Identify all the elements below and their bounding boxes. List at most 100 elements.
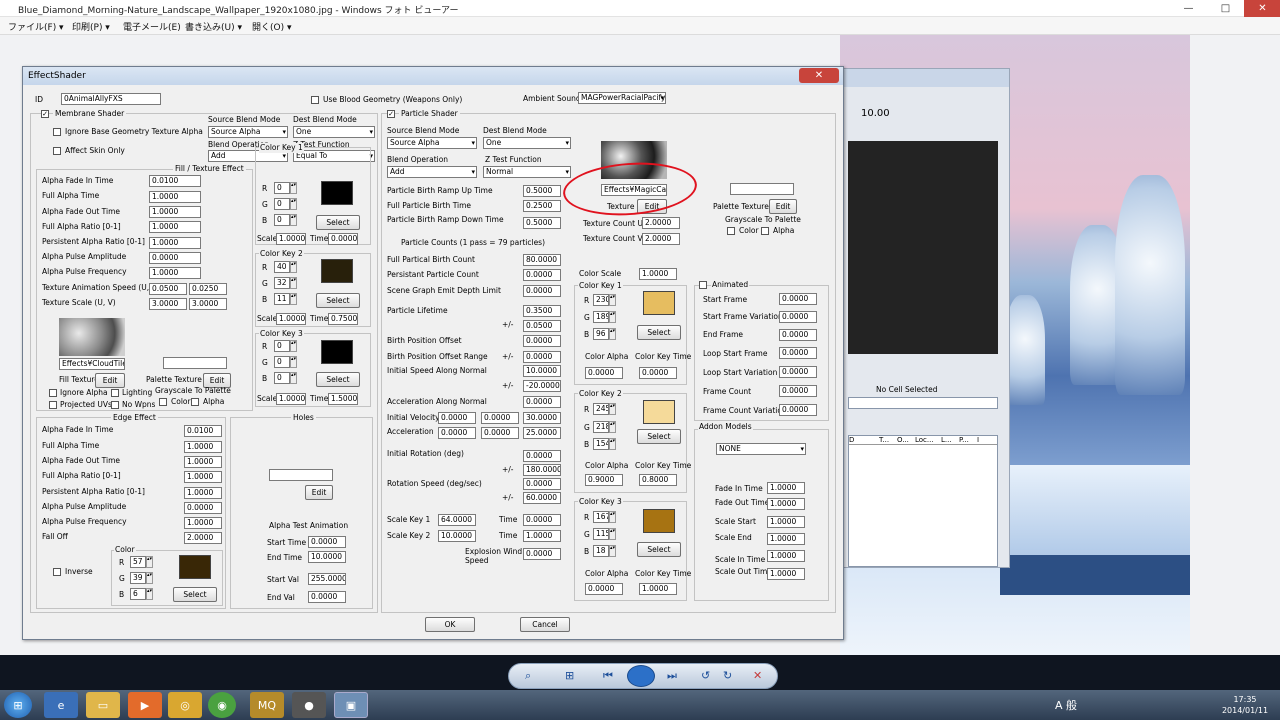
select-color-button[interactable]: Select <box>637 429 681 444</box>
vec-x-input[interactable]: 0.0000 <box>438 412 476 424</box>
ambient-sound-select[interactable]: MAGPowerRacialPacifyE <box>578 92 666 104</box>
field-input[interactable]: 1.0000 <box>184 517 222 529</box>
field-input[interactable]: 10.0000 <box>308 551 346 563</box>
b-input[interactable]: 96 <box>593 328 609 340</box>
field-input[interactable]: 1.0000 <box>149 221 201 233</box>
scale-input[interactable]: 1.0000 <box>276 393 306 405</box>
g-input[interactable]: 39 <box>130 572 146 584</box>
select-color-button[interactable]: Select <box>316 215 360 230</box>
field-input[interactable]: 1.0000 <box>149 206 201 218</box>
g-input[interactable]: 218 <box>593 421 609 433</box>
r-spinner[interactable]: ▴▾ <box>146 556 153 568</box>
r-spinner[interactable]: ▴▾ <box>609 294 616 306</box>
field-input[interactable]: 0.0000 <box>523 269 561 281</box>
field-input[interactable]: 0.0000 <box>184 502 222 514</box>
scale-key-1-input[interactable]: 64.0000 <box>438 514 476 526</box>
tex-count-v-input[interactable]: 2.0000 <box>642 233 680 245</box>
field-input[interactable]: 1.0000 <box>767 482 805 494</box>
photo-viewer-icon[interactable]: ▣ <box>334 692 368 718</box>
field-input[interactable]: 0.0000 <box>779 404 817 416</box>
b-spinner[interactable]: ▴▾ <box>290 372 297 384</box>
color-key-time-input[interactable]: 0.0000 <box>639 367 677 379</box>
minimize-button[interactable]: — <box>1170 0 1207 17</box>
scale-input[interactable]: 1.0000 <box>276 233 306 245</box>
field-input[interactable]: 1.0000 <box>767 516 805 528</box>
slideshow-button[interactable] <box>627 665 655 687</box>
field-input[interactable]: 80.0000 <box>523 254 561 266</box>
b-input[interactable]: 18 <box>593 545 609 557</box>
explosion-input[interactable]: 0.0000 <box>523 548 561 560</box>
field-input[interactable]: 1.0000 <box>767 568 805 580</box>
field-input[interactable]: 0.5000 <box>523 185 561 197</box>
particle-grayscale-alpha-checkbox[interactable] <box>761 227 769 235</box>
color-alpha-input[interactable]: 0.0000 <box>585 583 623 595</box>
vec-y-input[interactable]: 0.0000 <box>481 412 519 424</box>
field-input[interactable]: 0.2500 <box>523 200 561 212</box>
field-input[interactable]: 0.0000 <box>308 536 346 548</box>
time-input[interactable]: 0.7500 <box>328 313 358 325</box>
explorer-icon[interactable]: ▭ <box>86 692 120 718</box>
affect-skin-checkbox[interactable] <box>53 147 61 155</box>
particle-ztest-select[interactable]: Normal <box>483 166 571 178</box>
actual-size-icon[interactable]: ⊞ <box>565 669 574 682</box>
field-input[interactable]: 1.0000 <box>767 498 805 510</box>
color-key-time-input[interactable]: 1.0000 <box>639 583 677 595</box>
chrome-icon[interactable]: ◉ <box>208 692 236 718</box>
edge-select-color-button[interactable]: Select <box>173 587 217 602</box>
tex-count-u-input[interactable]: 2.0000 <box>642 217 680 229</box>
menu-email[interactable]: 電子メール(E) <box>123 20 181 33</box>
select-color-button[interactable]: Select <box>316 293 360 308</box>
grayscale-color-checkbox[interactable] <box>159 398 167 406</box>
field-input[interactable]: 1.0000 <box>149 191 201 203</box>
field-input[interactable]: 0.0000 <box>308 591 346 603</box>
particle-shader-checkbox[interactable]: ✓ <box>387 110 395 118</box>
oblivion-icon[interactable]: ● <box>292 692 326 718</box>
b-spinner[interactable]: ▴▾ <box>609 545 616 557</box>
scale-key-2-time-input[interactable]: 1.0000 <box>523 530 561 542</box>
cancel-button[interactable]: Cancel <box>520 617 570 632</box>
id-field[interactable]: 0AnimalAllyFXS <box>61 93 161 105</box>
particle-dst-blend-select[interactable]: One <box>483 137 571 149</box>
field-input[interactable]: 0.0500 <box>523 320 561 332</box>
delete-icon[interactable]: ✕ <box>753 669 762 682</box>
tex-scale-u-input[interactable]: 3.0000 <box>149 298 187 310</box>
src-blend-select[interactable]: Source Alpha <box>208 126 288 138</box>
maximize-button[interactable]: □ <box>1207 0 1244 17</box>
previous-icon[interactable]: ⏮ <box>603 669 613 683</box>
field-input[interactable]: 0.0100 <box>149 175 201 187</box>
field-input[interactable]: 1.0000 <box>184 471 222 483</box>
g-spinner[interactable]: ▴▾ <box>290 277 297 289</box>
r-spinner[interactable]: ▴▾ <box>290 261 297 273</box>
field-input[interactable]: 0.0000 <box>779 329 817 341</box>
ok-button[interactable]: OK <box>425 617 475 632</box>
select-color-button[interactable]: Select <box>637 542 681 557</box>
lighting-checkbox[interactable] <box>111 389 119 397</box>
field-input[interactable]: 0.0000 <box>779 366 817 378</box>
menu-open[interactable]: 開く(O) ▾ <box>252 20 292 33</box>
scale-key-2-input[interactable]: 10.0000 <box>438 530 476 542</box>
r-spinner[interactable]: ▴▾ <box>609 403 616 415</box>
dialog-close-button[interactable]: ✕ <box>799 68 839 83</box>
g-input[interactable]: 32 <box>274 277 290 289</box>
start-button[interactable]: ⊞ <box>4 692 32 718</box>
membrane-shader-checkbox[interactable]: ✓ <box>41 110 49 118</box>
r-spinner[interactable]: ▴▾ <box>290 340 297 352</box>
field-input[interactable]: 0.0000 <box>523 478 561 490</box>
field-input[interactable]: 1.0000 <box>767 533 805 545</box>
time-input[interactable]: 1.5000 <box>328 393 358 405</box>
menu-file[interactable]: ファイル(F) ▾ <box>8 20 64 33</box>
field-input[interactable]: 0.0000 <box>523 450 561 462</box>
field-input[interactable]: 2.0000 <box>184 532 222 544</box>
g-input[interactable]: 0 <box>274 198 290 210</box>
g-input[interactable]: 0 <box>274 356 290 368</box>
r-input[interactable]: 245 <box>593 403 609 415</box>
col-header[interactable]: P... <box>959 436 977 444</box>
field-input[interactable]: 0.0000 <box>523 285 561 297</box>
inverse-checkbox[interactable] <box>53 568 61 576</box>
field-input[interactable]: 1.0000 <box>149 237 201 249</box>
field-input[interactable]: 0.0000 <box>779 347 817 359</box>
field-input[interactable]: 0.0000 <box>523 351 561 363</box>
cell-field[interactable] <box>848 397 998 409</box>
ignore-alpha-checkbox[interactable] <box>49 389 57 397</box>
zoom-icon[interactable]: ⌕ <box>525 669 531 683</box>
